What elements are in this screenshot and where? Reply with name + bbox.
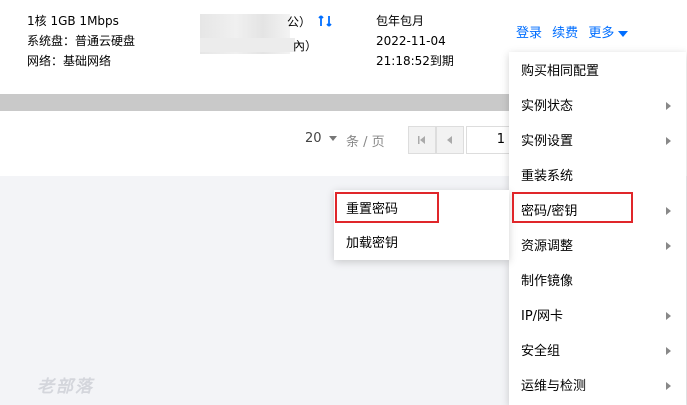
submenu-item-label: 重置密码 (346, 202, 399, 217)
menu-item-label: 资源调整 (521, 239, 574, 254)
caret-down-icon (618, 30, 629, 37)
horizontal-scrollbar[interactable] (0, 94, 509, 111)
more-label: 更多 (588, 26, 615, 41)
menu-item-resource-adjust[interactable]: 资源调整 (509, 229, 686, 264)
page-size-value: 20 (305, 131, 322, 146)
row-actions: 登录 续费 更多 (516, 22, 634, 41)
menu-item-label: 购买相同配置 (521, 64, 600, 79)
instance-ip-tail: 內） (293, 39, 318, 53)
chevron-right-icon (666, 207, 671, 215)
menu-item-ops-monitor[interactable]: 运维与检测 (509, 369, 686, 404)
menu-item-security-group[interactable]: 安全组 (509, 334, 686, 369)
chevron-right-icon (666, 242, 671, 250)
menu-item-instance-status[interactable]: 实例状态 (509, 89, 686, 124)
expire-date: 2022-11-04 (376, 34, 446, 48)
menu-item-instance-settings[interactable]: 实例设置 (509, 124, 686, 159)
menu-item-label: 密码/密钥 (521, 204, 578, 219)
more-dropdown[interactable]: 更多 (588, 26, 629, 41)
menu-item-ip-nic[interactable]: IP/网卡 (509, 299, 686, 334)
chevron-right-icon (666, 137, 671, 145)
submenu-item-reset-password[interactable]: 重置密码 (334, 192, 509, 227)
more-dropdown-menu: 购买相同配置 实例状态 实例设置 重装系统 密码/密钥 资源调整 制作镜像 IP… (509, 52, 686, 405)
submenu-item-label: 加载密钥 (346, 236, 399, 251)
page-size-select[interactable]: 20 (305, 131, 337, 146)
system-disk: 系统盘：普通云硬盘 (27, 34, 136, 48)
network-type: 网络：基础网络 (27, 54, 112, 68)
menu-item-password-key[interactable]: 密码/密钥 (509, 194, 686, 229)
instance-specs: 1核 1GB 1Mbps 系统盘：普通云硬盘 网络：基础网络 (27, 11, 135, 71)
login-link[interactable]: 登录 (516, 26, 542, 41)
menu-item-reinstall[interactable]: 重装系统 (509, 159, 686, 194)
blurred-instance-ip (200, 38, 295, 52)
renew-link[interactable]: 续费 (552, 26, 578, 41)
instance-name-tail: 公） (287, 15, 312, 29)
menu-item-label: 安全组 (521, 344, 561, 359)
menu-item-label: 运维与检测 (521, 379, 587, 394)
instance-spec: 1核 1GB 1Mbps (27, 14, 119, 28)
chevron-right-icon (666, 312, 671, 320)
submenu-item-load-key[interactable]: 加载密钥 (334, 226, 509, 261)
prev-page-button[interactable] (436, 126, 464, 154)
switch-icon[interactable] (317, 13, 333, 29)
menu-item-buy-same[interactable]: 购买相同配置 (509, 54, 686, 89)
per-page-label: 条 / 页 (346, 135, 385, 150)
billing-info: 包年包月 2022-11-04 21:18:52到期 (376, 11, 454, 71)
chevron-right-icon (666, 347, 671, 355)
menu-item-label: IP/网卡 (521, 309, 564, 324)
menu-item-label: 制作镜像 (521, 274, 574, 289)
caret-down-icon (328, 136, 337, 141)
menu-item-label: 实例设置 (521, 134, 574, 149)
password-submenu: 重置密码 加载密钥 (334, 190, 509, 260)
expire-time: 21:18:52到期 (376, 54, 454, 68)
first-page-button[interactable] (408, 126, 436, 154)
chevron-right-icon (666, 102, 671, 110)
menu-item-label: 重装系统 (521, 169, 574, 184)
chevron-right-icon (666, 382, 671, 390)
watermark-logo: 老部落 (37, 377, 94, 397)
first-page-icon (418, 136, 425, 144)
menu-item-label: 实例状态 (521, 99, 574, 114)
billing-type: 包年包月 (376, 14, 425, 28)
page-number-input[interactable]: 1 (466, 126, 510, 154)
menu-item-make-image[interactable]: 制作镜像 (509, 264, 686, 299)
prev-page-icon (447, 136, 452, 144)
